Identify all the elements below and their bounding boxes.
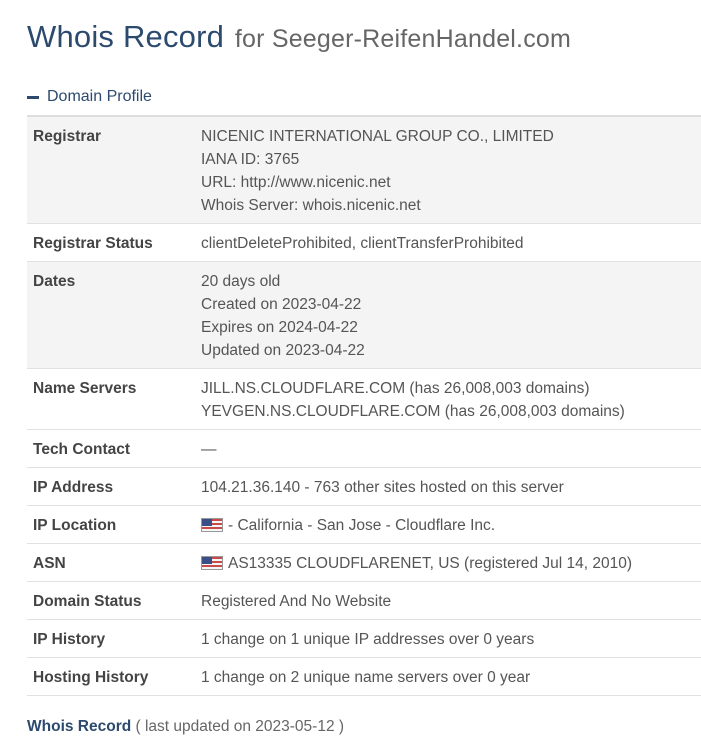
row-label: Hosting History [33,669,149,686]
row-label: Dates [33,273,76,290]
registrar-value: NICENIC INTERNATIONAL GROUP CO., LIMITED… [201,117,701,223]
page-title-domain: for Seeger-ReifenHandel.com [234,25,572,53]
us-flag-icon [201,518,223,532]
page-title-main: Whois Record [27,19,225,54]
row-label: Tech Contact [33,441,131,458]
row-label: IP Address [33,479,114,496]
whois-record-footer: Whois Record ( last updated on 2023-05-1… [27,718,701,736]
domain-age: 20 days old [201,273,281,290]
row-ip-location: IP Location - California - San Jose - Cl… [27,506,701,544]
row-asn: ASN AS13335 CLOUDFLARENET, US (registere… [27,544,701,582]
whois-page: Whois Record for Seeger-ReifenHandel.com… [0,0,701,736]
row-label: Domain Status [33,593,142,610]
domain-profile-label: Domain Profile [47,88,152,105]
domain-status-value: Registered And No Website [201,593,392,610]
expires-date: Expires on 2024-04-22 [201,319,358,336]
registrar-url: URL: http://www.nicenic.net [201,174,391,191]
row-registrar: Registrar NICENIC INTERNATIONAL GROUP CO… [27,117,701,224]
row-tech-contact: Tech Contact — [27,430,701,468]
row-label: IP Location [33,517,117,534]
whois-record-heading: Whois Record [27,718,132,735]
row-hosting-history: Hosting History 1 change on 2 unique nam… [27,658,701,696]
row-ip-history: IP History 1 change on 1 unique IP addre… [27,620,701,658]
registrar-iana: IANA ID: 3765 [201,151,300,168]
row-label: Registrar [33,128,102,145]
updated-date: Updated on 2023-04-22 [201,342,365,359]
last-updated-text: ( last updated on 2023-05-12 ) [135,718,345,735]
domain-profile-toggle[interactable]: Domain Profile [27,88,701,106]
row-label: Registrar Status [33,235,153,252]
hosting-history-value: 1 change on 2 unique name servers over 0… [201,669,531,686]
ip-location-text: - California - San Jose - Cloudflare Inc… [228,517,496,534]
ip-address-value: 104.21.36.140 - 763 other sites hosted o… [201,479,564,496]
ip-history-value: 1 change on 1 unique IP addresses over 0… [201,631,535,648]
registrar-name: NICENIC INTERNATIONAL GROUP CO., LIMITED [201,128,554,145]
row-name-servers: Name Servers JILL.NS.CLOUDFLARE.COM (has… [27,369,701,430]
page-title: Whois Record for Seeger-ReifenHandel.com [27,16,701,60]
asn-value: AS13335 CLOUDFLARENET, US (registered Ju… [201,544,701,581]
minus-icon [27,95,39,99]
row-label: IP History [33,631,106,648]
name-server-1: JILL.NS.CLOUDFLARE.COM (has 26,008,003 d… [201,380,590,397]
row-ip-address: IP Address 104.21.36.140 - 763 other sit… [27,468,701,506]
us-flag-icon [201,556,223,570]
name-servers-value: JILL.NS.CLOUDFLARE.COM (has 26,008,003 d… [201,369,701,429]
row-registrar-status: Registrar Status clientDeleteProhibited,… [27,224,701,262]
name-server-2: YEVGEN.NS.CLOUDFLARE.COM (has 26,008,003… [201,403,625,420]
created-date: Created on 2023-04-22 [201,296,362,313]
row-label: Name Servers [33,380,137,397]
domain-profile-table: Registrar NICENIC INTERNATIONAL GROUP CO… [27,115,701,696]
registrar-status-value: clientDeleteProhibited, clientTransferPr… [201,235,524,252]
registrar-whois-server: Whois Server: whois.nicenic.net [201,197,421,214]
ip-location-value: - California - San Jose - Cloudflare Inc… [201,506,701,543]
asn-text: AS13335 CLOUDFLARENET, US (registered Ju… [228,555,633,572]
row-dates: Dates 20 days old Created on 2023-04-22 … [27,262,701,369]
row-domain-status: Domain Status Registered And No Website [27,582,701,620]
dates-value: 20 days old Created on 2023-04-22 Expire… [201,262,701,368]
row-label: ASN [33,555,66,572]
tech-contact-value: — [201,441,217,458]
